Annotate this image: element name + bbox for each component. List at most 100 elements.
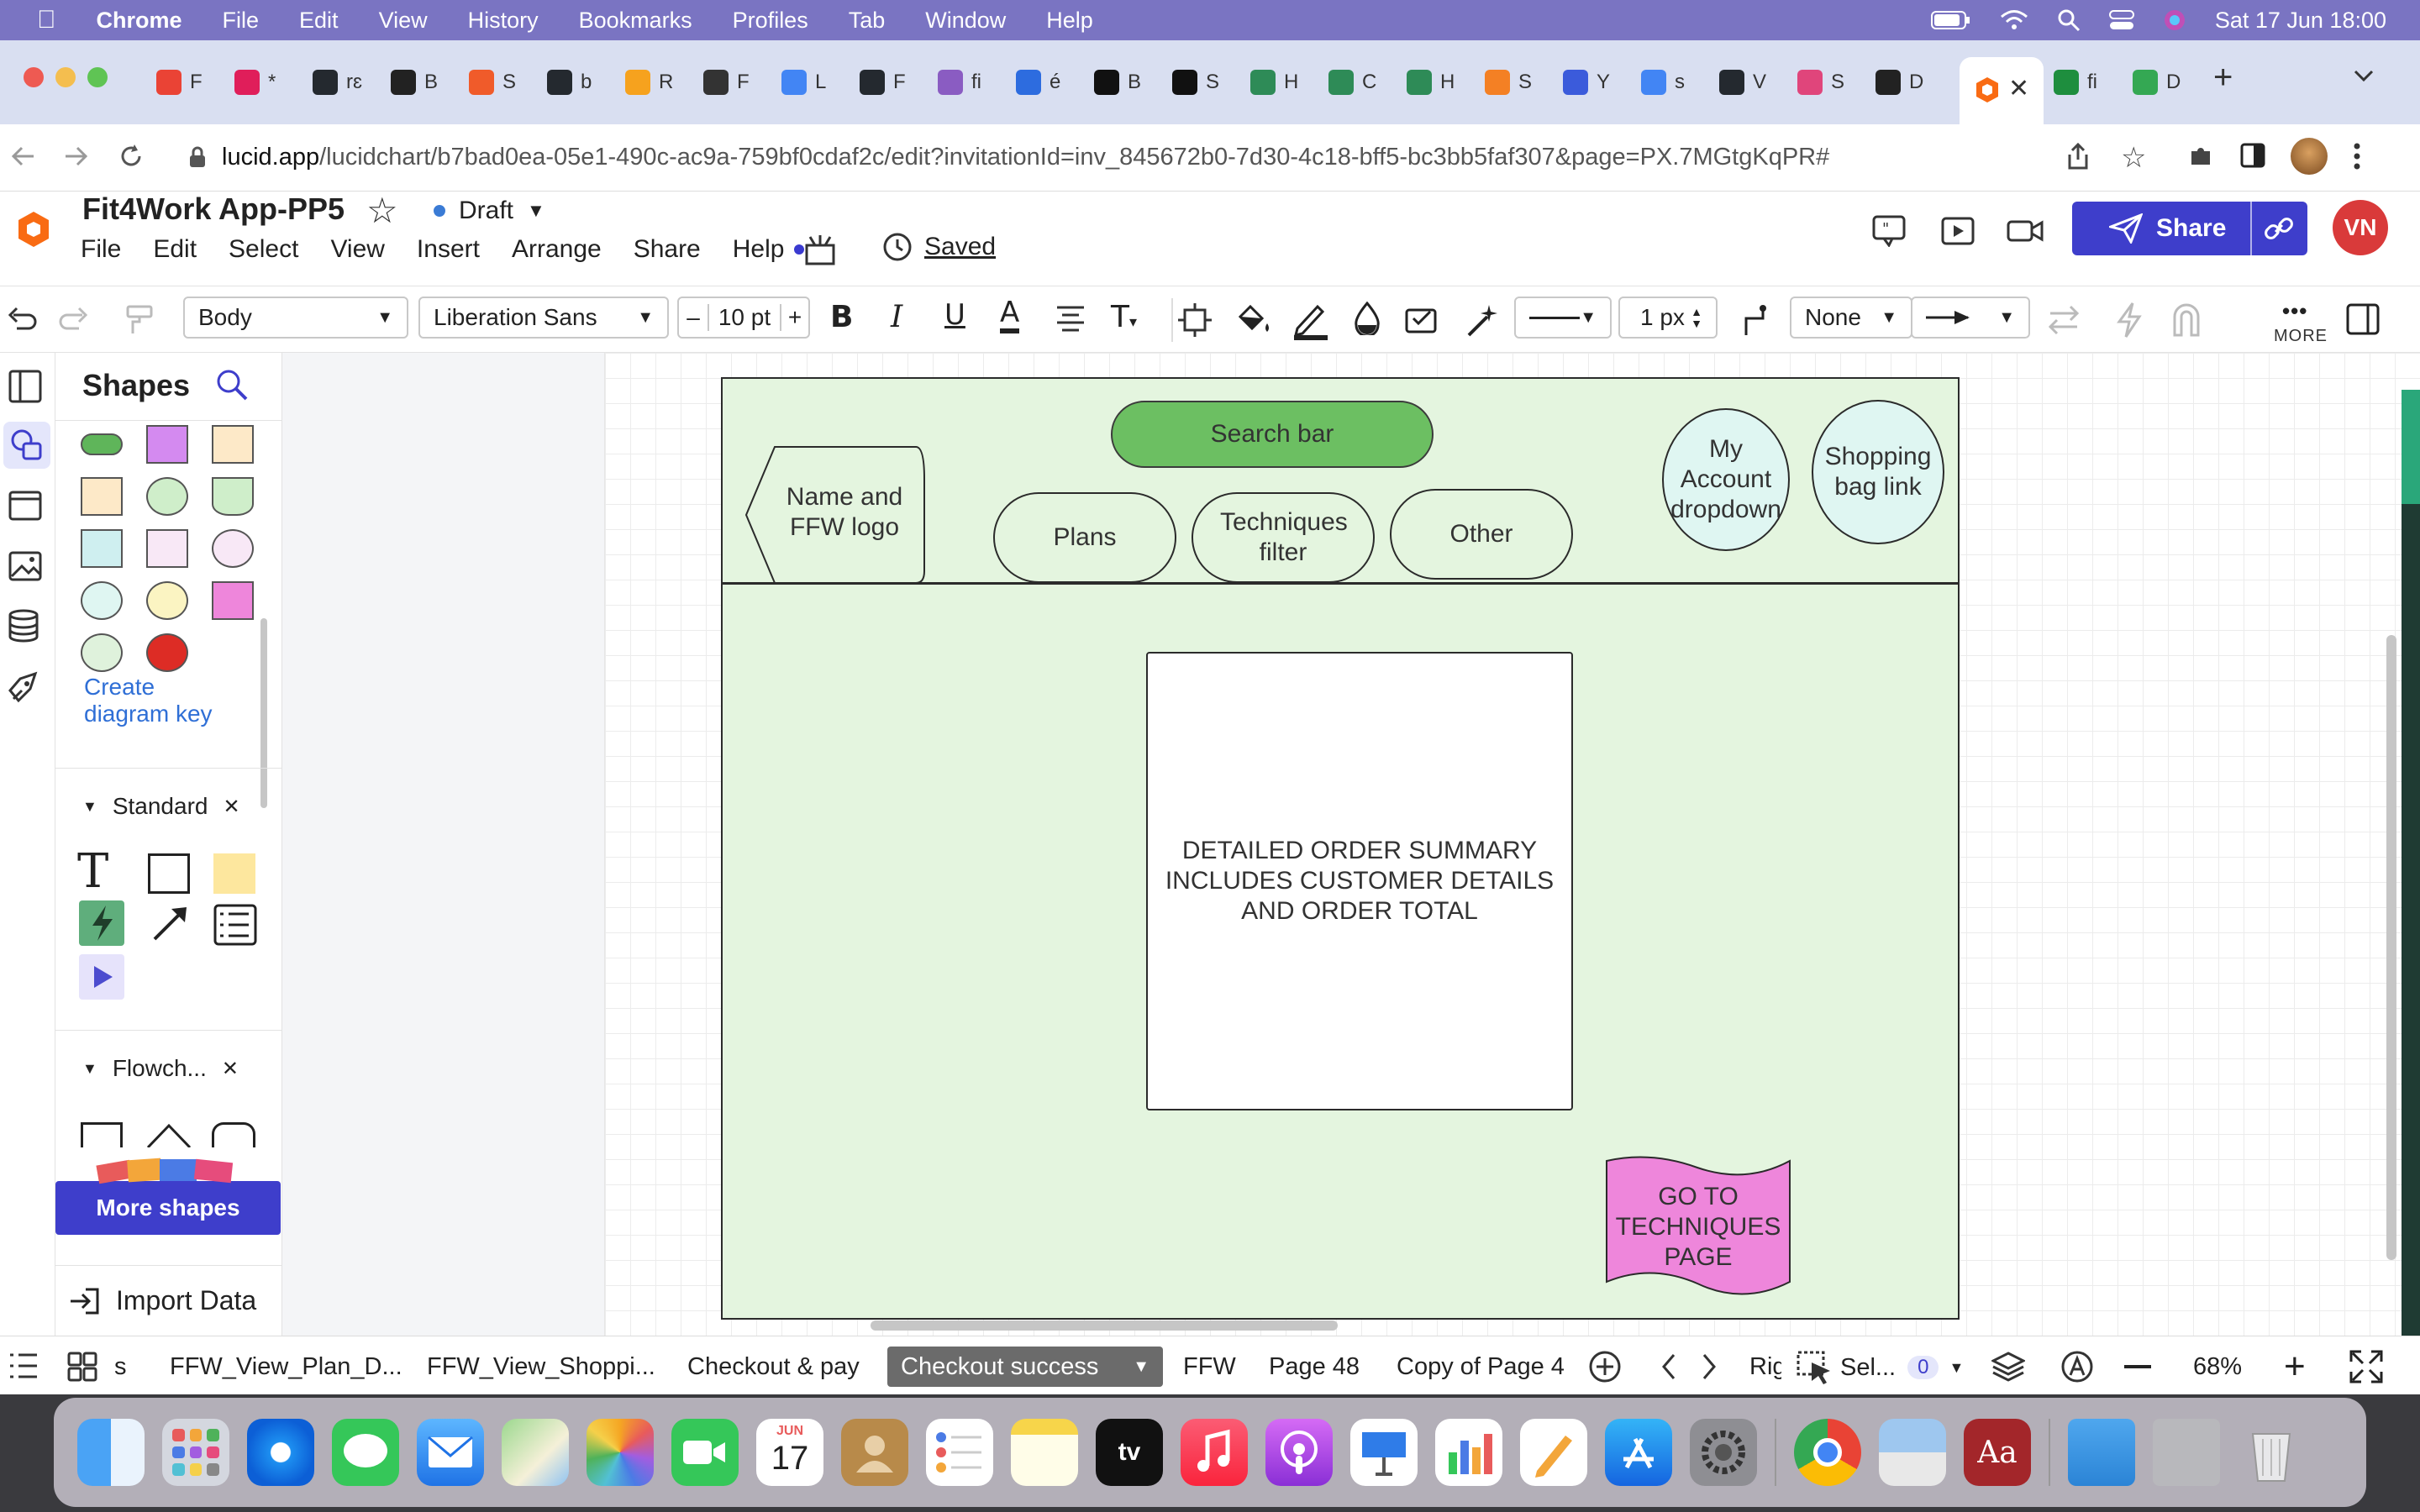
- maps-icon[interactable]: [502, 1419, 569, 1486]
- circle-swatch[interactable]: [81, 633, 123, 672]
- create-diagram-key-link[interactable]: Create diagram key: [84, 674, 244, 727]
- page-list-icon[interactable]: [8, 1352, 39, 1380]
- decision-shape-icon[interactable]: [146, 1117, 192, 1147]
- undo-icon[interactable]: [5, 303, 39, 333]
- image-icon[interactable]: [7, 548, 44, 585]
- chevron-down-icon[interactable]: ▼: [1133, 1357, 1150, 1377]
- rectangle-swatch[interactable]: [81, 529, 123, 568]
- order-summary-shape[interactable]: DETAILED ORDER SUMMARY INCLUDES CUSTOMER…: [1146, 652, 1573, 1110]
- menubar-bookmarks[interactable]: Bookmarks: [579, 8, 692, 34]
- align-text-icon[interactable]: [1055, 305, 1086, 332]
- favorite-star-icon[interactable]: ☆: [366, 190, 398, 231]
- music-icon[interactable]: [1181, 1419, 1248, 1486]
- chrome-icon[interactable]: [1794, 1419, 1861, 1486]
- menubar-profiles[interactable]: Profiles: [733, 8, 808, 34]
- messages-icon[interactable]: [332, 1419, 399, 1486]
- draft-status[interactable]: Draft ▼: [434, 197, 545, 225]
- text-color-icon[interactable]: A: [1000, 297, 1020, 333]
- menu-view[interactable]: View: [330, 235, 384, 264]
- magic-wand-icon[interactable]: [1464, 302, 1501, 339]
- dictionary-icon[interactable]: Aa: [1964, 1419, 2031, 1486]
- diagram-canvas[interactable]: Search bar Name and FFW logo Plans Techn…: [605, 353, 2420, 1336]
- launchpad-icon[interactable]: [162, 1419, 229, 1486]
- browser-tab[interactable]: B: [1094, 59, 1141, 106]
- rectangle-shape-icon[interactable]: [148, 853, 190, 894]
- trash-icon[interactable]: [2238, 1419, 2305, 1486]
- vertical-scrollbar[interactable]: [2386, 635, 2396, 1260]
- browser-tab[interactable]: S: [1485, 59, 1532, 106]
- page-tab[interactable]: FFW_View_Shoppi...: [413, 1347, 669, 1387]
- rectangle-swatch[interactable]: [146, 529, 188, 568]
- flowchart-section-header[interactable]: ▼ Flowch... ✕: [82, 1055, 239, 1082]
- fullscreen-icon[interactable]: [2349, 1350, 2383, 1383]
- browser-tab[interactable]: S: [1172, 59, 1219, 106]
- present-icon[interactable]: [1941, 217, 1975, 245]
- swap-arrows-icon[interactable]: [2047, 305, 2081, 335]
- arrow-start-select[interactable]: None ▼: [1790, 297, 1912, 339]
- side-panel-icon[interactable]: [2240, 143, 2265, 168]
- underline-icon[interactable]: U: [944, 298, 965, 332]
- magnet-icon[interactable]: [2171, 303, 2202, 337]
- menu-file[interactable]: File: [81, 235, 121, 264]
- system-settings-icon[interactable]: [1690, 1419, 1757, 1486]
- share-page-icon[interactable]: [2065, 143, 2091, 171]
- terminator-shape-icon[interactable]: [212, 1122, 255, 1147]
- browser-tab[interactable]: D: [1876, 59, 1923, 106]
- minimize-window-button[interactable]: [55, 67, 76, 87]
- text-options-icon[interactable]: T▾: [1111, 300, 1137, 334]
- zoom-in-button[interactable]: +: [2284, 1348, 2306, 1385]
- browser-tab[interactable]: S: [1797, 59, 1844, 106]
- browser-tab[interactable]: b: [547, 59, 592, 106]
- line-color-icon[interactable]: [1292, 300, 1329, 340]
- page-tab[interactable]: s: [111, 1347, 130, 1387]
- tab-search-chevron-icon[interactable]: [2353, 67, 2375, 84]
- spotlight-icon[interactable]: [2057, 8, 2081, 32]
- add-page-icon[interactable]: [1588, 1350, 1622, 1383]
- opacity-icon[interactable]: [1353, 302, 1381, 335]
- menubar-window[interactable]: Window: [925, 8, 1006, 34]
- page-tab[interactable]: Page 48: [1255, 1347, 1373, 1387]
- back-icon[interactable]: [10, 143, 37, 170]
- font-size-increase-button[interactable]: +: [780, 304, 808, 331]
- menubar-file[interactable]: File: [223, 8, 260, 34]
- plans-shape[interactable]: Plans: [993, 492, 1176, 583]
- menu-edit[interactable]: Edit: [153, 235, 197, 264]
- page-tab[interactable]: Copy of Page 4: [1383, 1347, 1578, 1387]
- close-window-button[interactable]: [24, 67, 44, 87]
- process-shape-icon[interactable]: [81, 1122, 123, 1147]
- browser-tab[interactable]: V: [1719, 59, 1766, 106]
- finder-icon[interactable]: [77, 1419, 145, 1486]
- other-shape[interactable]: Other: [1390, 489, 1573, 580]
- notes-icon[interactable]: [1011, 1419, 1078, 1486]
- circle-swatch[interactable]: [146, 477, 188, 516]
- sticky-note-shape-icon[interactable]: [213, 853, 255, 894]
- podcasts-icon[interactable]: [1265, 1419, 1333, 1486]
- folder-icon[interactable]: [2068, 1419, 2135, 1486]
- more-label[interactable]: MORE: [2274, 327, 2328, 346]
- lucid-logo-icon[interactable]: [17, 210, 50, 249]
- lock-icon[interactable]: [188, 145, 207, 169]
- line-width-select[interactable]: 1 px ▲ ▼: [1618, 297, 1718, 339]
- horizontal-scrollbar[interactable]: [871, 1320, 1338, 1331]
- zoom-level[interactable]: 68%: [2193, 1353, 2242, 1381]
- menubar-app-name[interactable]: Chrome: [97, 8, 182, 34]
- browser-tab[interactable]: F: [156, 59, 203, 106]
- browser-tab[interactable]: S: [469, 59, 516, 106]
- rectangle-swatch[interactable]: [81, 477, 123, 516]
- menubar-help[interactable]: Help: [1046, 8, 1093, 34]
- preview-icon[interactable]: [1879, 1419, 1946, 1486]
- reload-icon[interactable]: [118, 143, 145, 170]
- layers-icon[interactable]: [1991, 1350, 2025, 1383]
- arrow-shape-icon[interactable]: [150, 904, 190, 944]
- circle-swatch[interactable]: [146, 581, 188, 620]
- account-dropdown-shape[interactable]: My Account dropdown: [1662, 408, 1790, 551]
- chrome-menu-icon[interactable]: [2353, 141, 2361, 171]
- numbers-icon[interactable]: [1435, 1419, 1502, 1486]
- font-family-select[interactable]: Liberation Sans ▼: [418, 297, 669, 339]
- shape-options-icon[interactable]: [1178, 303, 1212, 337]
- control-center-icon[interactable]: [2108, 9, 2134, 31]
- menu-help[interactable]: Help: [733, 235, 805, 264]
- more-dots-icon[interactable]: •••: [2282, 298, 2307, 324]
- shopping-bag-shape[interactable]: Shopping bag link: [1812, 400, 1944, 544]
- close-section-icon[interactable]: ✕: [222, 1057, 239, 1081]
